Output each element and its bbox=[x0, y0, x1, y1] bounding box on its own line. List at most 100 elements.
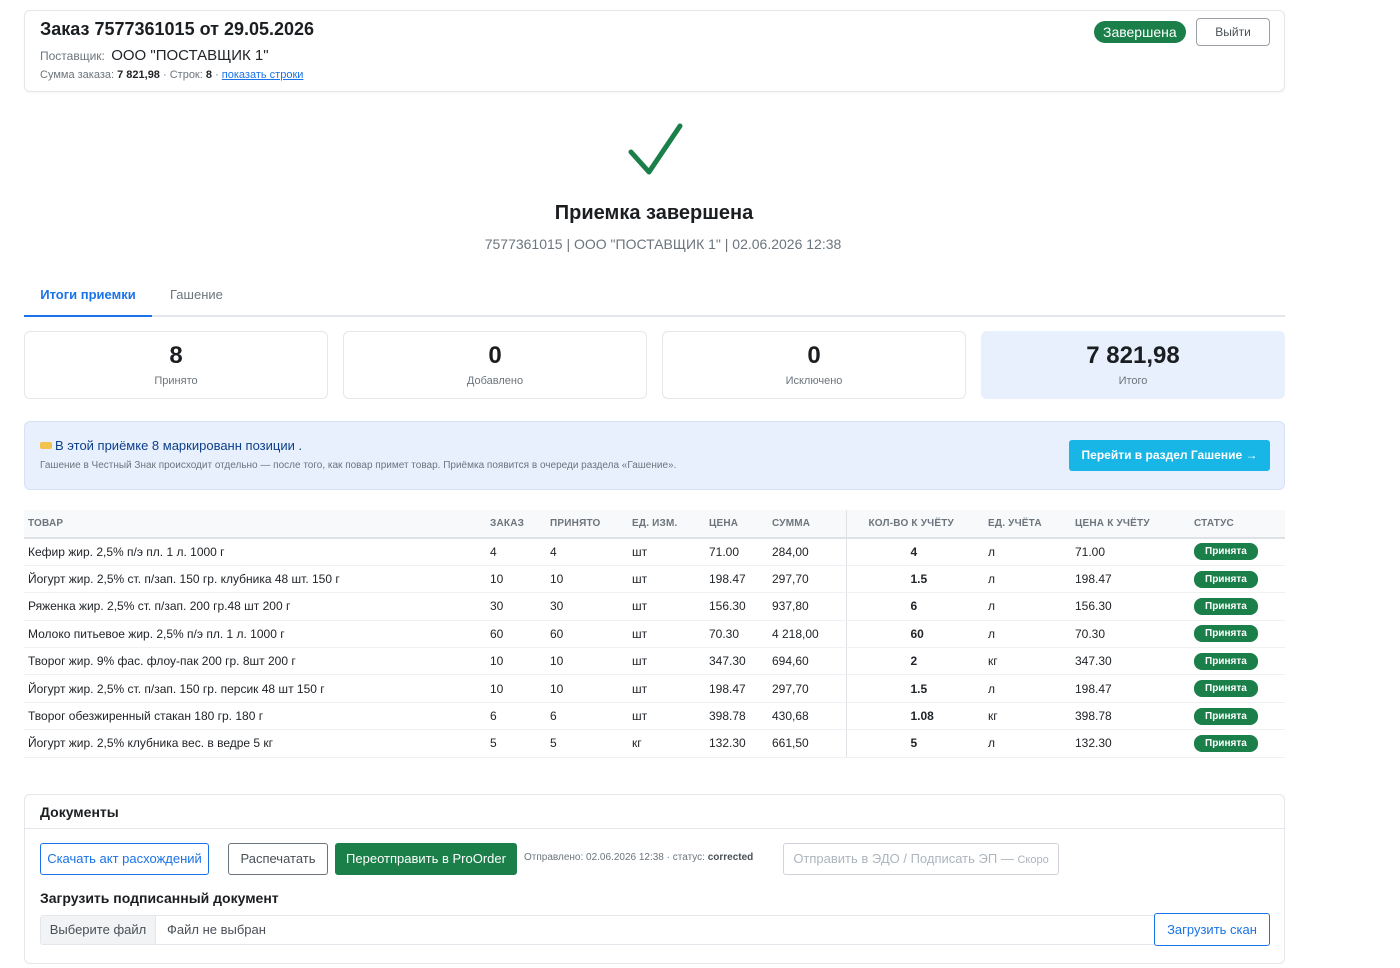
cell-unit: кг bbox=[628, 729, 705, 758]
cell-acc-qty: 1.08 bbox=[845, 702, 984, 731]
send-edo-button: Отправить в ЭДО / Подписать ЭП — Скоро bbox=[783, 843, 1059, 875]
cell-accepted: 5 bbox=[546, 729, 628, 758]
cell-product: Творог жир. 9% фас. флоу-пак 200 гр. 8шт… bbox=[24, 647, 486, 676]
stat-total-label: Итого bbox=[1118, 375, 1148, 387]
supplier-row: Поставщик: ООО "ПОСТАВЩИК 1" bbox=[40, 47, 269, 64]
cell-product: Йогурт жир. 2,5% клубника вес. в ведре 5… bbox=[24, 729, 486, 758]
goto-redemption-button[interactable]: Перейти в раздел Гашение → bbox=[1069, 440, 1270, 471]
cell-acc-qty: 4 bbox=[845, 538, 984, 566]
cell-acc-price: 156.30 bbox=[1071, 592, 1190, 621]
order-title: Заказ 7577361015 от 29.05.2026 bbox=[40, 19, 315, 39]
tabs-bar: Итоги приемки Гашение bbox=[24, 283, 1285, 317]
status-pill: Принята bbox=[1194, 707, 1258, 725]
col-status: СТАТУС bbox=[1190, 510, 1285, 539]
checkmark-icon bbox=[628, 123, 683, 175]
status-pill: Принята bbox=[1194, 652, 1258, 670]
col-accepted: ПРИНЯТО bbox=[546, 510, 628, 539]
cell-acc-price: 70.30 bbox=[1071, 620, 1190, 649]
logout-button[interactable]: Выйти bbox=[1196, 18, 1270, 46]
rows-value: 8 bbox=[205, 69, 212, 81]
edo-label: Отправить в ЭДО / Подписать ЭП — bbox=[793, 851, 1014, 866]
cell-unit: шт bbox=[628, 565, 705, 594]
resend-proorder-button[interactable]: Переотправить в ProOrder bbox=[335, 843, 517, 875]
marking-info-banner: В этой приёмке 8 маркированн позиции . Г… bbox=[24, 421, 1285, 490]
cell-acc-unit: л bbox=[984, 565, 1071, 594]
cell-acc-qty: 6 bbox=[845, 592, 984, 621]
cell-status: Принята bbox=[1190, 702, 1285, 731]
upload-title: Загрузить подписанный документ bbox=[40, 890, 279, 906]
supplier-name: ООО "ПОСТАВЩИК 1" bbox=[111, 47, 269, 64]
sent-label: Отправлено: 02.06.2026 12:38 · статус: bbox=[524, 852, 705, 863]
table-row: Молоко питьевое жир. 2,5% п/э пл. 1 л. 1… bbox=[24, 620, 1285, 649]
file-input[interactable]: Выберите файл Файл не выбран bbox=[40, 915, 1270, 945]
cell-accepted: 60 bbox=[546, 620, 628, 649]
acceptance-table: ТОВАР ЗАКАЗ ПРИНЯТО ЕД. ИЗМ. ЦЕНА СУММА … bbox=[24, 510, 1285, 758]
cell-price: 132.30 bbox=[705, 729, 768, 758]
cell-acc-price: 132.30 bbox=[1071, 729, 1190, 758]
download-act-button[interactable]: Скачать акт расхождений bbox=[40, 843, 209, 875]
status-pill: Принята bbox=[1194, 734, 1258, 752]
cell-acc-price: 198.47 bbox=[1071, 674, 1190, 703]
stat-total: 7 821,98 Итого bbox=[981, 331, 1285, 399]
tab-summary[interactable]: Итоги приемки bbox=[24, 283, 152, 317]
print-button[interactable]: Распечатать bbox=[228, 843, 328, 875]
cell-product: Йогурт жир. 2,5% ст. п/зап. 150 гр. перс… bbox=[24, 674, 486, 703]
cell-sum: 297,70 bbox=[768, 565, 846, 594]
cell-sum: 284,00 bbox=[768, 538, 846, 566]
stat-accepted-value: 8 bbox=[169, 342, 183, 369]
cell-acc-qty: 1.5 bbox=[845, 674, 984, 703]
table-row: Творог жир. 9% фас. флоу-пак 200 гр. 8шт… bbox=[24, 647, 1285, 676]
cell-unit: шт bbox=[628, 592, 705, 621]
cell-status: Принята bbox=[1190, 674, 1285, 703]
table-row: Творог обезжиренный стакан 180 гр. 180 г… bbox=[24, 702, 1285, 731]
cell-acc-qty: 5 bbox=[845, 729, 984, 758]
cell-unit: шт bbox=[628, 647, 705, 676]
cell-sum: 4 218,00 bbox=[768, 620, 846, 649]
col-product: ТОВАР bbox=[24, 510, 486, 539]
cell-unit: шт bbox=[628, 538, 705, 566]
table-header-row: ТОВАР ЗАКАЗ ПРИНЯТО ЕД. ИЗМ. ЦЕНА СУММА … bbox=[24, 510, 1285, 539]
cell-product: Йогурт жир. 2,5% ст. п/зап. 150 гр. клуб… bbox=[24, 565, 486, 594]
cell-acc-price: 198.47 bbox=[1071, 565, 1190, 594]
stat-excluded-label: Исключено bbox=[785, 375, 843, 387]
upload-scan-button[interactable]: Загрузить скан bbox=[1154, 913, 1270, 946]
cell-acc-qty: 1.5 bbox=[845, 565, 984, 594]
stat-excluded: 0 Исключено bbox=[662, 331, 966, 399]
cell-order: 10 bbox=[486, 674, 546, 703]
stat-added-value: 0 bbox=[488, 342, 502, 369]
sent-status: corrected bbox=[707, 852, 754, 863]
cell-price: 347.30 bbox=[705, 647, 768, 676]
cell-price: 71.00 bbox=[705, 538, 768, 566]
stat-added: 0 Добавлено bbox=[343, 331, 647, 399]
cell-status: Принята bbox=[1190, 620, 1285, 649]
cell-product: Ряженка жир. 2,5% ст. п/зап. 200 гр.48 ш… bbox=[24, 592, 486, 621]
status-badge: Завершена bbox=[1094, 21, 1186, 43]
cell-acc-qty: 2 bbox=[845, 647, 984, 676]
status-pill: Принята bbox=[1194, 625, 1258, 643]
show-rows-link[interactable]: показать строки bbox=[222, 69, 304, 81]
documents-title: Документы bbox=[40, 804, 119, 820]
cell-acc-qty: 60 bbox=[845, 620, 984, 649]
cell-order: 10 bbox=[486, 565, 546, 594]
cell-status: Принята bbox=[1190, 592, 1285, 621]
status-pill: Принята bbox=[1194, 680, 1258, 698]
cell-product: Кефир жир. 2,5% п/э пл. 1 л. 1000 г bbox=[24, 538, 486, 566]
cell-acc-price: 398.78 bbox=[1071, 702, 1190, 731]
tab-redemption[interactable]: Гашение bbox=[170, 283, 223, 317]
cell-status: Принята bbox=[1190, 565, 1285, 594]
cell-unit: шт bbox=[628, 620, 705, 649]
cell-unit: шт bbox=[628, 674, 705, 703]
sent-status-note: Отправлено: 02.06.2026 12:38 · статус: c… bbox=[524, 852, 753, 863]
edo-soon: Скоро bbox=[1017, 854, 1049, 866]
documents-card: Документы Скачать акт расхождений Распеч… bbox=[24, 794, 1285, 964]
cell-acc-unit: кг bbox=[984, 702, 1071, 731]
cell-acc-unit: л bbox=[984, 729, 1071, 758]
choose-file-button[interactable]: Выберите файл bbox=[41, 916, 156, 944]
table-row: Кефир жир. 2,5% п/э пл. 1 л. 1000 г 4 4 шт 7… bbox=[24, 538, 1285, 566]
stat-total-value: 7 821,98 bbox=[1086, 342, 1180, 369]
cell-sum: 694,60 bbox=[768, 647, 846, 676]
cell-sum: 661,50 bbox=[768, 729, 846, 758]
col-acc-price: ЦЕНА К УЧЁТУ bbox=[1071, 510, 1190, 539]
sum-label: Сумма заказа: bbox=[40, 69, 115, 81]
divider bbox=[25, 828, 1284, 829]
